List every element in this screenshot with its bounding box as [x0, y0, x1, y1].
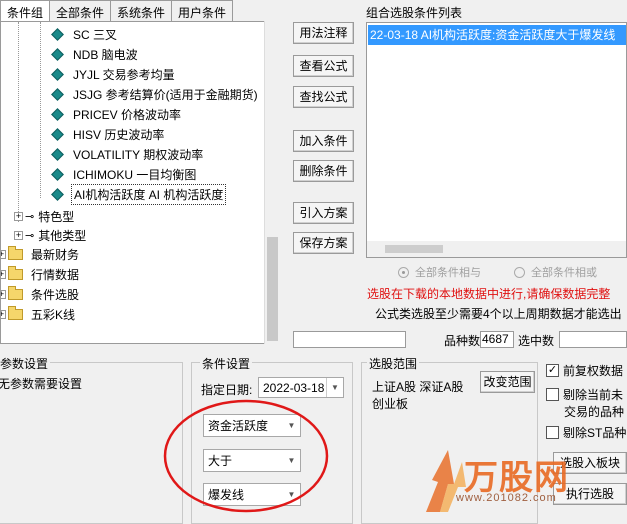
checkbox[interactable] [546, 426, 559, 439]
folder-icon [8, 265, 23, 280]
radio-and[interactable]: 全部条件相与 [398, 264, 481, 280]
condition-tree[interactable]: SC 三叉 NDB 脑电波 JYJL 交易参考均量 JSJG 参考结算价(适用于… [0, 21, 280, 344]
chevron-down-icon[interactable]: ▼ [326, 378, 343, 397]
formula-icon [51, 107, 64, 121]
highlight-ellipse [163, 399, 329, 513]
exclude-untraded-label-2: 交易的品种 [564, 405, 625, 419]
tree-folder[interactable]: +行情数据 [1, 264, 81, 284]
folder-icon [8, 305, 23, 320]
change-range-button[interactable]: 改变范围 [480, 371, 535, 393]
tree-leaf-selected[interactable]: AI机构活跃度 AI 机构活跃度 [51, 183, 227, 205]
tab-system-conditions[interactable]: 系统条件 [110, 0, 173, 21]
progress-field [293, 331, 406, 348]
list-hscrollbar[interactable] [367, 241, 626, 257]
combined-list-label: 组合选股条件列表 [366, 6, 463, 20]
view-formula-button[interactable]: 查看公式 [293, 55, 354, 77]
find-formula-button[interactable]: 查找公式 [293, 86, 354, 108]
count-value: 4687 [480, 331, 514, 348]
radio-dot[interactable] [514, 266, 525, 278]
tree-guide-line [40, 22, 41, 198]
checkbox-checked[interactable]: ✓ [546, 364, 559, 377]
formula-icon [51, 187, 64, 201]
watermark-url: www.201082.com [456, 492, 557, 504]
tree-scrollbar[interactable] [264, 21, 280, 344]
param-settings-text: 无参数需要设置 [0, 377, 83, 391]
tree-leaf[interactable]: VOLATILITY 期权波动率 [51, 144, 205, 164]
save-plan-button[interactable]: 保存方案 [293, 232, 354, 254]
selected-count-value [559, 331, 627, 348]
stock-range-text: 上证A股 深证A股 [372, 380, 464, 394]
tree-leaf[interactable]: JYJL 交易参考均量 [51, 64, 177, 84]
tree-leaf[interactable]: PRICEV 价格波动率 [51, 104, 183, 124]
checkbox[interactable] [546, 388, 559, 401]
tree-subgroup[interactable]: + ⊸ 特色型 [14, 206, 76, 226]
tree-folder[interactable]: +最新财务 [1, 244, 81, 264]
tree-guide-line [18, 22, 19, 222]
tree-leaf[interactable]: HISV 历史波动率 [51, 124, 166, 144]
formula-icon [51, 167, 64, 181]
selected-count-label: 选中数 [518, 334, 555, 348]
tree-folder[interactable]: +五彩K线 [1, 304, 77, 324]
combined-list-item[interactable]: 22-03-18 AI机构活跃度:资金活跃度大于爆发线 [368, 25, 626, 45]
key-icon: ⊸ [25, 229, 34, 242]
expand-icon[interactable]: + [1, 269, 6, 279]
exclude-untraded-checkbox[interactable]: 剔除当前未 [546, 386, 623, 403]
tab-user-conditions[interactable]: 用户条件 [171, 0, 234, 21]
formula-icon [51, 67, 64, 81]
date-picker[interactable]: 2022-03-18 ▼ [258, 377, 344, 398]
tab-all-conditions[interactable]: 全部条件 [49, 0, 112, 21]
tree-subgroup[interactable]: + ⊸ 其他类型 [14, 225, 88, 245]
stock-range-text-2: 创业板 [372, 397, 409, 411]
formula-note: 公式类选股至少需要4个以上周期数据才能选出 [375, 307, 622, 321]
data-warning: 选股在下载的本地数据中进行,请确保数据完整 [367, 287, 611, 301]
expand-icon[interactable]: + [1, 249, 6, 259]
key-icon: ⊸ [25, 210, 34, 223]
formula-icon [51, 147, 64, 161]
tree-leaf[interactable]: JSJG 参考结算价(适用于金融期货) [51, 84, 260, 104]
folder-icon [8, 285, 23, 300]
formula-icon [51, 47, 64, 61]
tree-leaf[interactable]: NDB 脑电波 [51, 44, 140, 64]
add-condition-button[interactable]: 加入条件 [293, 130, 354, 152]
forward-adjust-checkbox[interactable]: ✓ 前复权数据 [546, 362, 623, 379]
expand-icon[interactable]: + [14, 211, 23, 221]
stock-range-title: 选股范围 [367, 355, 420, 372]
scrollbar-thumb[interactable] [267, 237, 278, 341]
expand-icon[interactable]: + [14, 230, 23, 240]
tree-folder[interactable]: +条件选股 [1, 284, 81, 304]
exclude-st-checkbox[interactable]: 剔除ST品种 [546, 424, 626, 441]
delete-condition-button[interactable]: 删除条件 [293, 160, 354, 182]
import-plan-button[interactable]: 引入方案 [293, 202, 354, 224]
condition-settings-title: 条件设置 [200, 355, 253, 372]
radio-or[interactable]: 全部条件相或 [514, 264, 597, 280]
tab-bar: 条件组 全部条件 系统条件 用户条件 [0, 0, 234, 21]
tab-condition-group[interactable]: 条件组 [0, 0, 51, 21]
usage-button[interactable]: 用法注释 [293, 22, 354, 44]
radio-dot[interactable] [398, 266, 409, 278]
formula-icon [51, 27, 64, 41]
folder-icon [8, 245, 23, 260]
tree-leaf[interactable]: SC 三叉 [51, 24, 119, 44]
count-label: 品种数 [444, 334, 481, 348]
expand-icon[interactable]: + [1, 309, 6, 319]
param-settings-title: 参数设置 [0, 355, 51, 372]
expand-icon[interactable]: + [1, 289, 6, 299]
date-label: 指定日期: [201, 383, 253, 397]
combined-condition-list[interactable]: 22-03-18 AI机构活跃度:资金活跃度大于爆发线 [366, 22, 627, 258]
tree-leaf[interactable]: ICHIMOKU 一目均衡图 [51, 164, 198, 184]
formula-icon [51, 87, 64, 101]
scrollbar-thumb[interactable] [385, 245, 443, 253]
formula-icon [51, 127, 64, 141]
